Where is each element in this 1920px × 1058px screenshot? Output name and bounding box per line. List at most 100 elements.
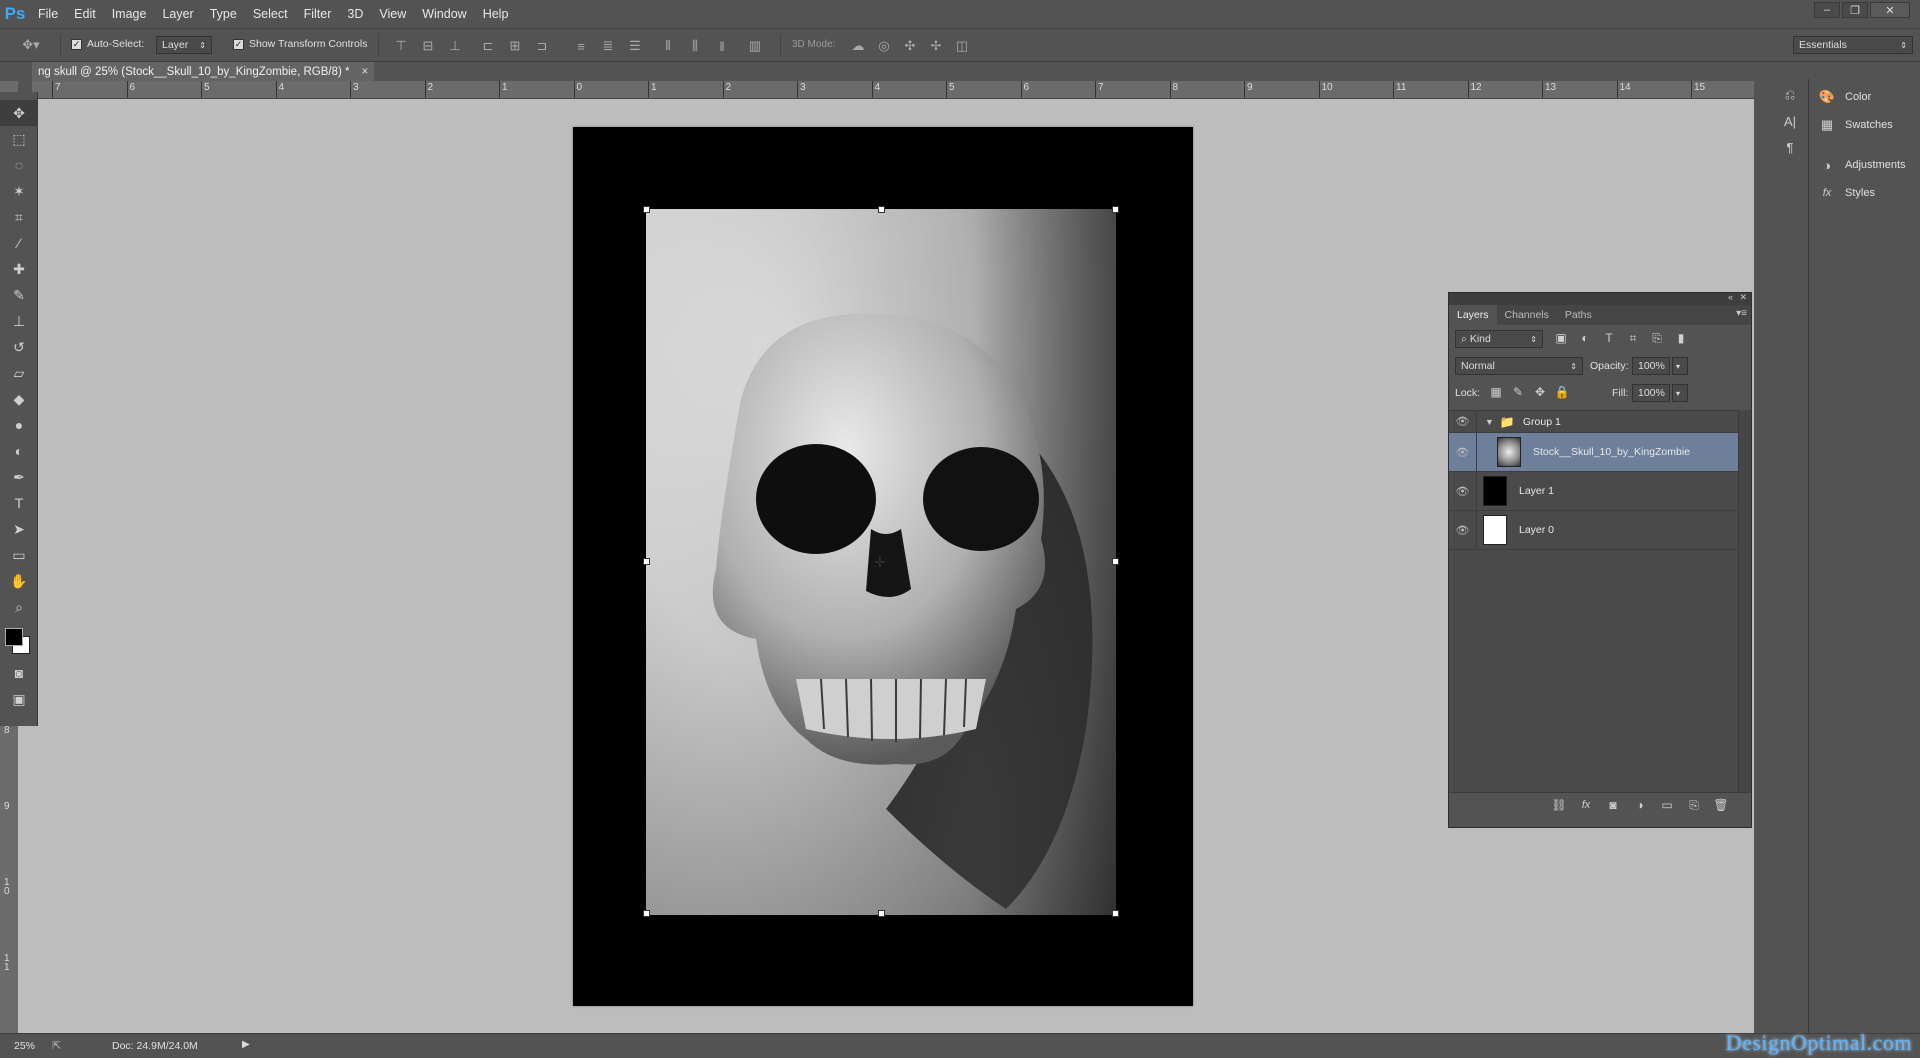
minimize-button[interactable]: –: [1814, 2, 1840, 18]
clone-stamp-icon[interactable]: ⊥: [0, 308, 38, 334]
healing-brush-icon[interactable]: ✚: [0, 256, 38, 282]
lasso-tool-icon[interactable]: ◌: [0, 152, 38, 178]
eye-icon[interactable]: 👁: [1449, 432, 1477, 472]
layer-row-skull-smart[interactable]: 👁 Stock__Skull_10_by_KingZombie: [1449, 432, 1738, 472]
menu-image[interactable]: Image: [104, 0, 155, 28]
align-bottom-icon[interactable]: ⊥: [444, 35, 466, 57]
history-brush-icon[interactable]: ↺: [0, 334, 38, 360]
path-selection-icon[interactable]: ➤: [0, 516, 38, 542]
layers-scrollbar[interactable]: [1738, 410, 1751, 792]
share-icon[interactable]: ⇱: [52, 1039, 61, 1052]
menu-view[interactable]: View: [371, 0, 414, 28]
status-menu-arrow-icon[interactable]: ▶: [242, 1039, 250, 1050]
eraser-tool-icon[interactable]: ▱: [0, 360, 38, 386]
magic-wand-icon[interactable]: ✶: [0, 178, 38, 204]
shape-tool-icon[interactable]: ▭: [0, 542, 38, 568]
menu-type[interactable]: Type: [202, 0, 245, 28]
workspace-dropdown[interactable]: Essentials ⇕: [1793, 36, 1913, 54]
lock-all-icon[interactable]: 🔒: [1552, 383, 1572, 401]
type-tool-icon[interactable]: T: [0, 490, 38, 516]
dock-adjustments[interactable]: ◑ Adjustments: [1809, 151, 1920, 179]
blend-mode-dropdown[interactable]: Normal ⇕: [1455, 357, 1583, 375]
menu-3d[interactable]: 3D: [339, 0, 371, 28]
transform-handle-r[interactable]: [1112, 558, 1119, 565]
panel-menu-icon[interactable]: ▾≡: [1736, 308, 1747, 319]
expand-triangle-icon[interactable]: ▼: [1485, 417, 1494, 427]
eye-icon[interactable]: 👁: [1449, 510, 1477, 550]
eye-icon[interactable]: 👁: [1449, 410, 1477, 433]
menu-filter[interactable]: Filter: [296, 0, 340, 28]
paragraph-icon[interactable]: ¶: [1782, 139, 1798, 155]
screen-mode-icon[interactable]: ▣: [0, 686, 38, 712]
3d-rotate-icon[interactable]: ☁: [847, 35, 869, 57]
layer-row-group-1[interactable]: 👁 ▼ 📁 Group 1: [1449, 410, 1738, 433]
pen-tool-icon[interactable]: ✒: [0, 464, 38, 490]
auto-align-icon[interactable]: ▥: [744, 35, 766, 57]
dock-styles[interactable]: fx Styles: [1809, 179, 1920, 207]
tab-channels[interactable]: Channels: [1497, 305, 1557, 325]
transform-handle-tl[interactable]: [643, 206, 650, 213]
paint-bucket-icon[interactable]: ◆: [0, 386, 38, 412]
opacity-input[interactable]: 100%: [1632, 357, 1670, 375]
menu-select[interactable]: Select: [245, 0, 296, 28]
align-right-icon[interactable]: ⊐: [531, 35, 553, 57]
lock-transparent-icon[interactable]: ▦: [1486, 383, 1506, 401]
distribute-right-icon[interactable]: ‖: [711, 35, 733, 57]
character-icon[interactable]: A|: [1782, 113, 1798, 129]
3d-pan-icon[interactable]: ✣: [899, 35, 921, 57]
blur-tool-icon[interactable]: ●: [0, 412, 38, 438]
brush-tool-icon[interactable]: ✎: [0, 282, 38, 308]
marquee-tool-icon[interactable]: ⬚: [0, 126, 38, 152]
transform-handle-l[interactable]: [643, 558, 650, 565]
eye-icon[interactable]: 👁: [1449, 471, 1477, 511]
transform-handle-b[interactable]: [878, 910, 885, 917]
new-layer-icon[interactable]: ⎘: [1684, 796, 1704, 814]
hand-tool-icon[interactable]: ✋: [0, 568, 38, 594]
document-tab[interactable]: ng skull @ 25% (Stock__Skull_10_by_KingZ…: [32, 62, 375, 81]
distribute-vcenter-icon[interactable]: ≣: [597, 35, 619, 57]
close-tab-button[interactable]: ×: [361, 66, 368, 78]
filter-shape-icon[interactable]: ⌗: [1623, 329, 1643, 347]
layer-row-layer-0[interactable]: 👁 Layer 0: [1449, 510, 1738, 550]
show-transform-checkbox[interactable]: ✓: [233, 38, 244, 50]
horizontal-ruler[interactable]: 7 6 5 4 3 2 1 0 1 2 3 4 5 6 7 8 9 10 11 12 13 14 15: [32, 81, 1754, 99]
zoom-level[interactable]: 25%: [14, 1040, 35, 1052]
auto-select-checkbox[interactable]: ✓: [71, 38, 82, 50]
dock-color[interactable]: 🎨 Color: [1809, 83, 1920, 111]
dodge-tool-icon[interactable]: ◐: [0, 438, 38, 464]
lock-position-icon[interactable]: ✥: [1530, 383, 1550, 401]
collapse-panel-icon[interactable]: «: [1728, 292, 1733, 302]
restore-button[interactable]: ❐: [1842, 2, 1868, 18]
filter-pixel-icon[interactable]: ▣: [1551, 329, 1571, 347]
dock-swatches[interactable]: ▦ Swatches: [1809, 111, 1920, 139]
transform-handle-tr[interactable]: [1112, 206, 1119, 213]
transform-handle-bl[interactable]: [643, 910, 650, 917]
tab-layers[interactable]: Layers: [1449, 305, 1497, 325]
align-hcenter-icon[interactable]: ⊞: [504, 35, 526, 57]
layer-filter-dropdown[interactable]: ⌕ Kind ⇕: [1455, 330, 1543, 348]
filter-smart-object-icon[interactable]: ⎘: [1647, 329, 1667, 347]
menu-help[interactable]: Help: [475, 0, 517, 28]
new-group-icon[interactable]: ▭: [1657, 796, 1677, 814]
link-layers-icon[interactable]: ⛓: [1549, 796, 1569, 814]
transform-center-icon[interactable]: ✛: [874, 554, 886, 571]
menu-edit[interactable]: Edit: [66, 0, 104, 28]
foreground-color-swatch[interactable]: [5, 628, 23, 646]
align-top-icon[interactable]: ⊤: [390, 35, 412, 57]
zoom-tool-icon[interactable]: ⌕: [0, 594, 38, 620]
menu-layer[interactable]: Layer: [154, 0, 201, 28]
3d-scale-icon[interactable]: ◫: [951, 35, 973, 57]
align-vcenter-icon[interactable]: ⊟: [417, 35, 439, 57]
panel-header[interactable]: « ✕: [1449, 292, 1751, 305]
close-window-button[interactable]: ✕: [1870, 2, 1910, 18]
close-panel-icon[interactable]: ✕: [1739, 292, 1747, 303]
lock-pixels-icon[interactable]: ✎: [1508, 383, 1528, 401]
crop-tool-icon[interactable]: ⌗: [0, 204, 38, 230]
menu-file[interactable]: File: [30, 0, 66, 28]
move-tool-icon[interactable]: ✥: [0, 100, 38, 126]
quick-mask-icon[interactable]: ◙: [0, 660, 38, 686]
menu-window[interactable]: Window: [414, 0, 474, 28]
3d-slide-icon[interactable]: ✢: [925, 35, 947, 57]
auto-select-target-dropdown[interactable]: Layer ⇕: [156, 36, 212, 54]
opacity-dropdown-button[interactable]: ▾: [1672, 357, 1688, 375]
